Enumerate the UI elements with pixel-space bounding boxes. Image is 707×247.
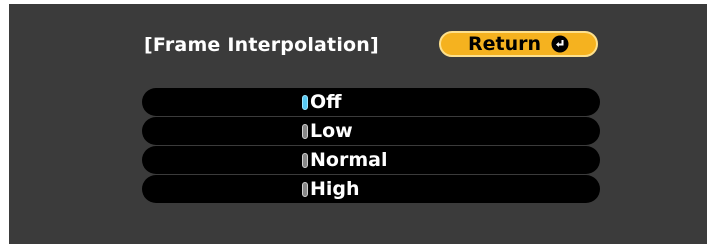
return-button[interactable]: Return: [439, 31, 598, 57]
option-low[interactable]: Low: [142, 117, 600, 145]
return-button-label: Return: [467, 33, 542, 55]
projector-menu-screen: [Frame Interpolation] Return Off Low Nor…: [9, 4, 707, 244]
option-list: Off Low Normal High: [142, 88, 600, 204]
option-high[interactable]: High: [142, 175, 600, 203]
option-label: Off: [310, 91, 342, 113]
radio-indicator-selected: [302, 94, 308, 110]
option-label: High: [310, 178, 360, 200]
radio-indicator: [302, 181, 308, 197]
option-label: Normal: [310, 149, 388, 171]
option-label: Low: [310, 120, 353, 142]
menu-title: [Frame Interpolation]: [144, 34, 379, 56]
option-off[interactable]: Off: [142, 88, 600, 116]
radio-indicator: [302, 123, 308, 139]
option-normal[interactable]: Normal: [142, 146, 600, 174]
radio-indicator: [302, 152, 308, 168]
enter-icon: [551, 35, 569, 53]
